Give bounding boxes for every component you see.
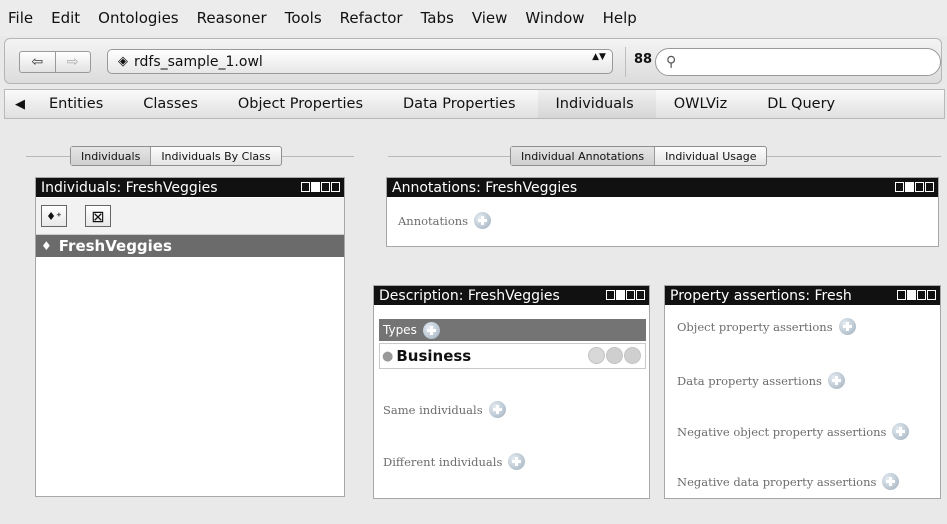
- back-button[interactable]: ⇦: [20, 52, 56, 72]
- object-property-assertions-row: Object property assertions: [677, 318, 856, 335]
- menu-bar: File Edit Ontologies Reasoner Tools Refa…: [0, 0, 947, 36]
- menu-view[interactable]: View: [472, 9, 508, 27]
- type-value: Business: [396, 347, 472, 365]
- same-individuals-label: Same individuals: [383, 402, 483, 417]
- tab-classes[interactable]: Classes: [125, 90, 220, 118]
- class-bullet-icon: ●: [382, 348, 394, 364]
- subtab-individual-annotations[interactable]: Individual Annotations: [511, 147, 656, 165]
- forward-button[interactable]: ⇨: [56, 52, 91, 72]
- menu-reasoner[interactable]: Reasoner: [197, 9, 267, 27]
- description-panel: Description: FreshVeggies Types ● Busine…: [373, 285, 650, 499]
- tab-data-properties[interactable]: Data Properties: [385, 90, 538, 118]
- tab-entities[interactable]: Entities: [31, 90, 125, 118]
- data-property-assertions-label: Data property assertions: [677, 373, 822, 388]
- type-delete-icon[interactable]: [606, 347, 623, 364]
- annotations-panel: Annotations: FreshVeggies Annotations: [386, 177, 939, 247]
- property-assertions-panel-title: Property assertions: Fresh: [665, 286, 940, 305]
- individuals-panel-title: Individuals: FreshVeggies: [36, 178, 344, 197]
- object-property-assertions-label: Object property assertions: [677, 319, 833, 334]
- add-different-individual-icon[interactable]: [508, 453, 526, 470]
- tab-object-properties[interactable]: Object Properties: [220, 90, 385, 118]
- types-header: Types: [379, 319, 646, 341]
- search-field[interactable]: ⚲: [655, 48, 941, 76]
- type-info-icon[interactable]: [588, 347, 605, 364]
- ontology-selector[interactable]: ◈ rdfs_sample_1.owl ▲▼: [107, 49, 613, 74]
- data-property-assertions-row: Data property assertions: [677, 372, 845, 389]
- negative-object-property-assertions-row: Negative object property assertions: [677, 423, 910, 440]
- menu-tools[interactable]: Tools: [285, 9, 322, 27]
- negative-data-property-assertions-label: Negative data property assertions: [677, 474, 877, 489]
- selector-stepper-icon[interactable]: ▲▼: [592, 53, 606, 70]
- add-type-icon[interactable]: [422, 321, 440, 339]
- panel-window-buttons[interactable]: [606, 290, 645, 300]
- menu-file[interactable]: File: [8, 9, 33, 27]
- panel-window-buttons[interactable]: [895, 182, 934, 192]
- delete-individual-button[interactable]: ⊠: [85, 205, 111, 227]
- nav-buttons: ⇦ ⇨: [19, 51, 91, 73]
- toolbar: ⇦ ⇨ ◈ rdfs_sample_1.owl ▲▼ 88 ⚲: [4, 38, 942, 84]
- delete-individual-icon: ⊠: [91, 206, 105, 226]
- tab-scroll-left-icon[interactable]: ◀: [9, 97, 31, 112]
- add-individual-button[interactable]: ♦⁺: [41, 205, 67, 227]
- property-title-text: Property assertions: Fresh: [670, 287, 852, 304]
- tab-owlviz[interactable]: OWLViz: [656, 90, 749, 118]
- menu-tabs[interactable]: Tabs: [421, 9, 454, 27]
- tab-dl-query[interactable]: DL Query: [749, 90, 857, 118]
- panel-window-buttons[interactable]: [897, 290, 936, 300]
- menu-help[interactable]: Help: [603, 9, 637, 27]
- add-negative-data-assertion-icon[interactable]: [882, 473, 900, 490]
- tab-individuals[interactable]: Individuals: [537, 90, 656, 118]
- negative-object-property-assertions-label: Negative object property assertions: [677, 424, 887, 439]
- subtab-individuals[interactable]: Individuals: [71, 147, 152, 165]
- toolbar-divider: [625, 47, 626, 77]
- type-row-actions: [588, 347, 641, 364]
- description-title-text: Description: FreshVeggies: [379, 287, 560, 304]
- annotations-panel-title: Annotations: FreshVeggies: [387, 178, 938, 197]
- ontology-name: rdfs_sample_1.owl: [134, 53, 263, 70]
- different-individuals-label: Different individuals: [383, 454, 503, 469]
- same-individuals-row: Same individuals: [383, 401, 506, 418]
- menu-window[interactable]: Window: [525, 9, 584, 27]
- tab-strip: ◀ Entities Classes Object Properties Dat…: [4, 89, 945, 119]
- menu-ontologies[interactable]: Ontologies: [98, 9, 178, 27]
- description-panel-title: Description: FreshVeggies: [374, 286, 649, 305]
- search-icon: ⚲: [666, 54, 677, 70]
- individuals-toolbar: [36, 198, 344, 235]
- binoculars-icon[interactable]: 88: [634, 52, 652, 67]
- type-edit-icon[interactable]: [624, 347, 641, 364]
- menu-refactor[interactable]: Refactor: [340, 9, 403, 27]
- add-negative-object-assertion-icon[interactable]: [892, 423, 910, 440]
- annotations-row: Annotations: [398, 212, 492, 229]
- negative-data-property-assertions-row: Negative data property assertions: [677, 473, 900, 490]
- annotations-label: Annotations: [398, 213, 469, 228]
- right-subtabs: Individual Annotations Individual Usage: [510, 146, 768, 166]
- list-item[interactable]: ♦ FreshVeggies: [36, 235, 344, 257]
- individual-diamond-icon: ♦: [41, 239, 52, 253]
- add-data-assertion-icon[interactable]: [827, 372, 845, 389]
- ontology-icon: ◈: [118, 54, 128, 69]
- subtab-individual-usage[interactable]: Individual Usage: [655, 147, 766, 165]
- individuals-panel: Individuals: FreshVeggies ♦ FreshVeggies: [35, 177, 345, 497]
- different-individuals-row: Different individuals: [383, 453, 526, 470]
- add-same-individual-icon[interactable]: [488, 401, 506, 418]
- panel-window-buttons[interactable]: [301, 182, 340, 192]
- individuals-title-text: Individuals: FreshVeggies: [41, 179, 218, 196]
- types-label: Types: [383, 323, 417, 337]
- left-subtabs: Individuals Individuals By Class: [70, 146, 282, 166]
- add-object-assertion-icon[interactable]: [838, 318, 856, 335]
- add-annotation-icon[interactable]: [474, 212, 492, 229]
- type-row[interactable]: ● Business: [379, 343, 646, 369]
- individual-name: FreshVeggies: [58, 237, 172, 255]
- annotations-title-text: Annotations: FreshVeggies: [392, 179, 578, 196]
- menu-edit[interactable]: Edit: [51, 9, 80, 27]
- property-assertions-panel: Property assertions: Fresh Object proper…: [664, 285, 941, 499]
- add-individual-icon: ♦⁺: [46, 209, 62, 223]
- subtab-individuals-by-class[interactable]: Individuals By Class: [151, 147, 280, 165]
